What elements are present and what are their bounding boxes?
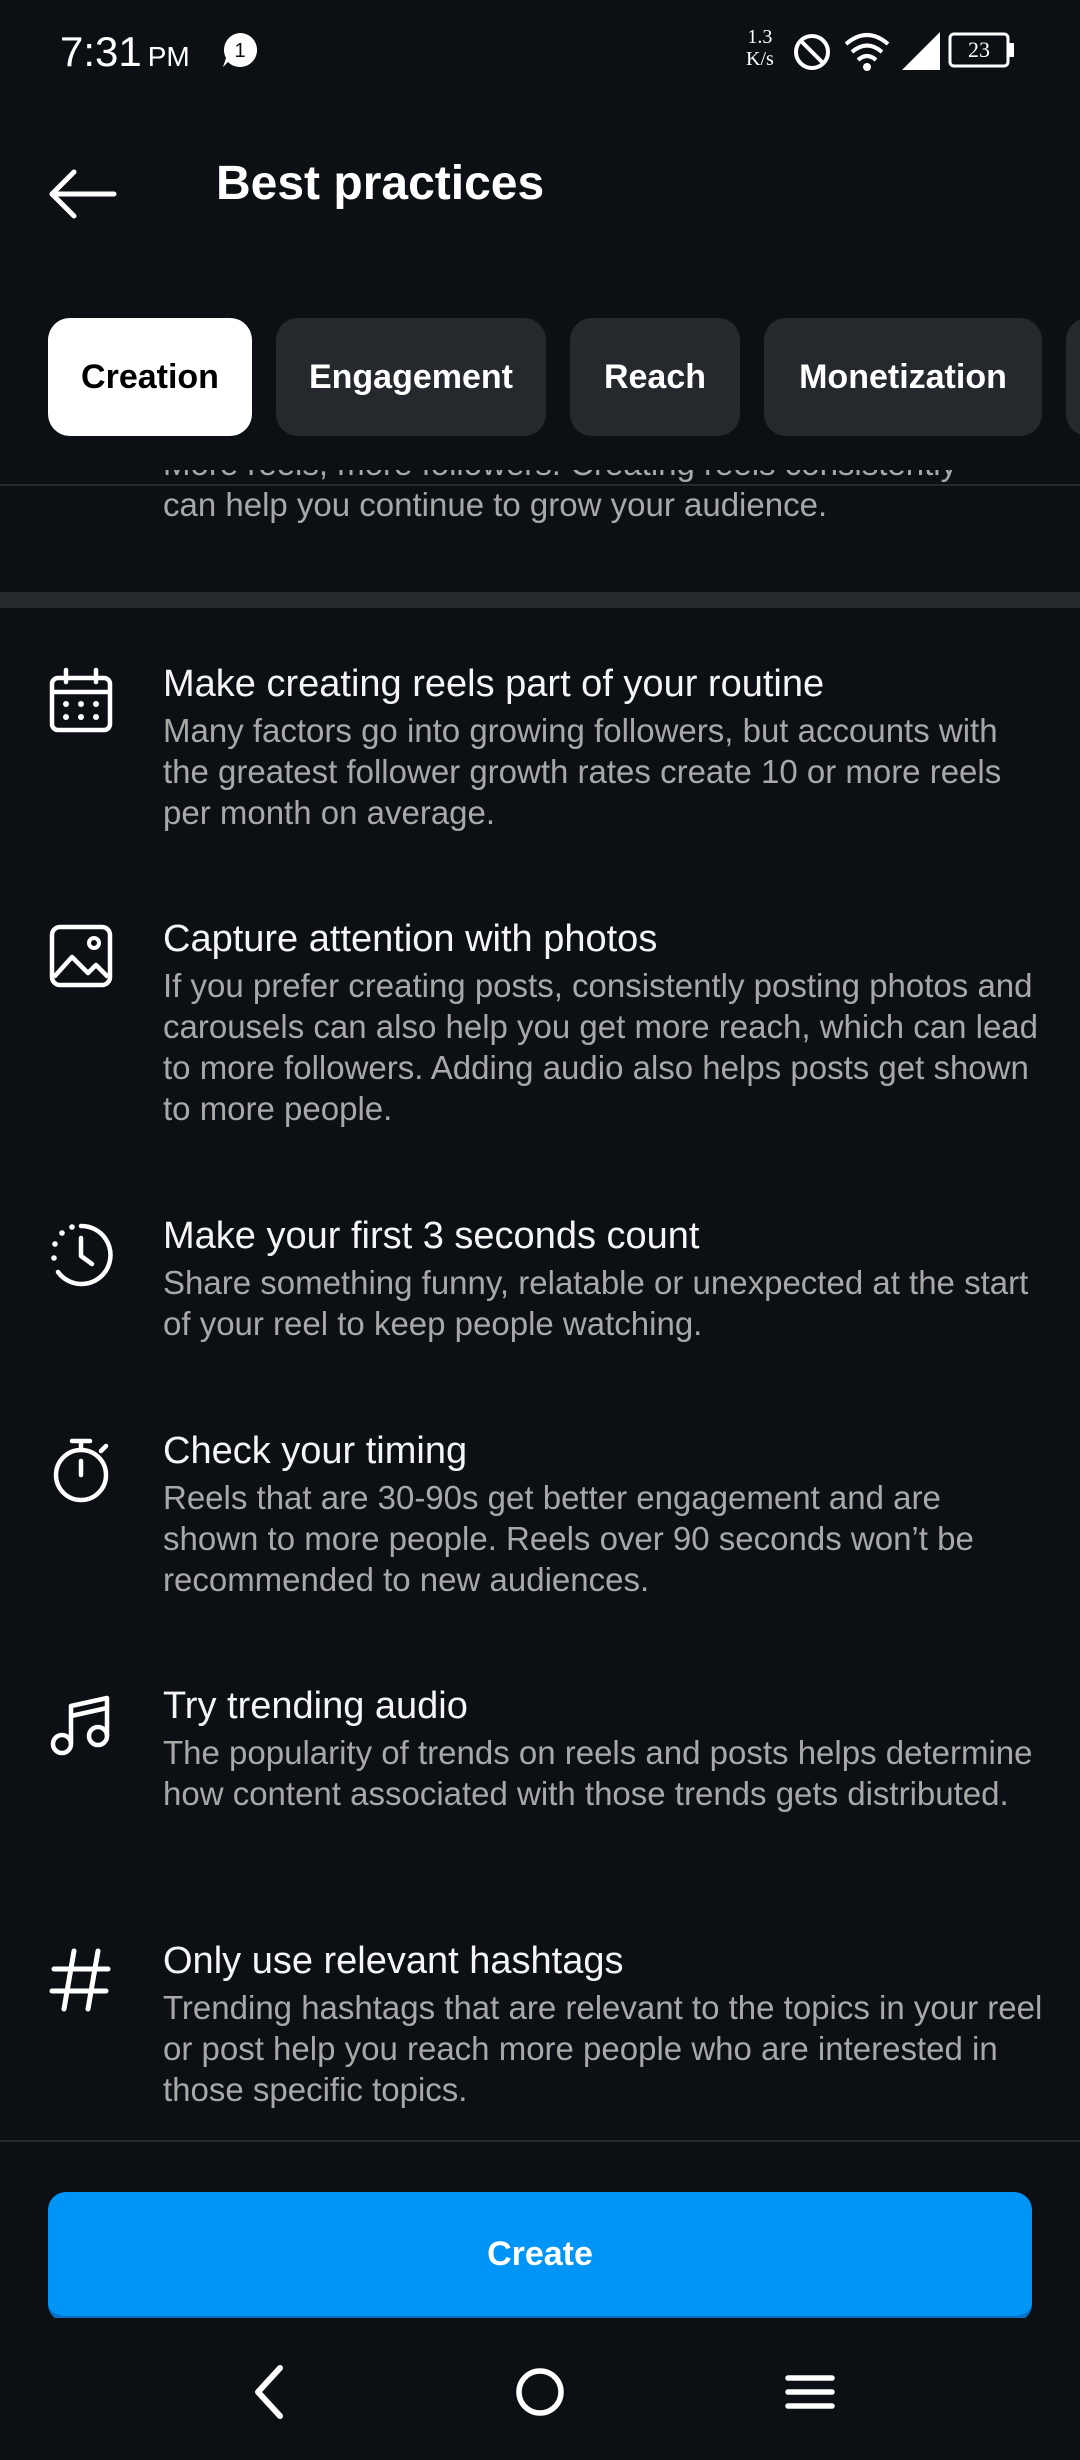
notification-count: 1 [234,40,245,62]
footer-divider [0,2140,1080,2142]
nav-menu-icon[interactable] [770,2352,850,2432]
item-description: If you prefer creating posts, consistent… [163,967,1038,1127]
item-title: Capture attention with photos [163,918,658,960]
status-time: 7:31 PM [60,28,190,76]
tab-bar: Creation Engagement Reach Monetization [0,318,1080,438]
tab-monetization[interactable]: Monetization [764,318,1042,436]
page-title: Best practices [216,157,545,210]
chat-notification-icon: 1 [223,32,258,67]
item-description: Reels that are 30-90s get better engagem… [163,1479,974,1598]
section-separator [0,592,1080,608]
item-description: Many factors go into growing followers, … [163,712,1002,831]
battery-level: 23 [968,37,990,62]
tabs-divider [0,484,1080,486]
nav-back-icon[interactable] [230,2352,310,2432]
net-speed: 1.3 K/s [746,26,774,70]
ampm-text: PM [147,41,190,72]
header: Best practices [0,110,1080,260]
create-button[interactable]: Create [48,2192,1032,2322]
tab-reach[interactable]: Reach [570,318,740,436]
net-speed-value: 1.3 [747,26,773,48]
system-nav-bar [0,2318,1080,2460]
partial-visible-line: can help you continue to grow your audie… [163,486,828,523]
calendar-icon [49,667,113,733]
status-bar: 7:31 PM 1 1.3 K/s 23 [0,0,1080,110]
clock-icon [51,1223,113,1287]
item-description: The popularity of trends on reels and po… [163,1734,1033,1812]
item-description: Share something funny, relatable or unex… [163,1264,1029,1342]
net-speed-unit: K/s [746,48,774,70]
photo-icon [49,924,113,988]
item-title: Make your first 3 seconds count [163,1215,700,1257]
time-text: 7:31 [60,28,142,75]
item-title: Check your timing [163,1430,468,1472]
item-title: Only use relevant hashtags [163,1940,624,1982]
music-note-icon [50,1695,110,1756]
stopwatch-icon [53,1438,109,1503]
item-title: Make creating reels part of your routine [163,663,825,705]
partial-cut-line: More reels, more followers. Creating ree… [163,470,957,484]
item-description: Trending hashtags that are relevant to t… [163,1989,1043,2108]
nav-home-icon[interactable] [500,2352,580,2432]
item-title: Try trending audio [163,1685,468,1727]
wifi-icon [844,33,890,71]
cell-signal-icon [902,32,940,70]
tab-engagement[interactable]: Engagement [276,318,546,436]
hashtag-icon [49,1948,111,2012]
do-not-disturb-icon [794,34,830,70]
tab-creation[interactable]: Creation [48,318,252,436]
partial-section-text: More reels, more followers. Creating ree… [163,470,1043,525]
tab-more-partial[interactable] [1066,318,1080,436]
back-arrow-icon[interactable] [40,154,120,234]
